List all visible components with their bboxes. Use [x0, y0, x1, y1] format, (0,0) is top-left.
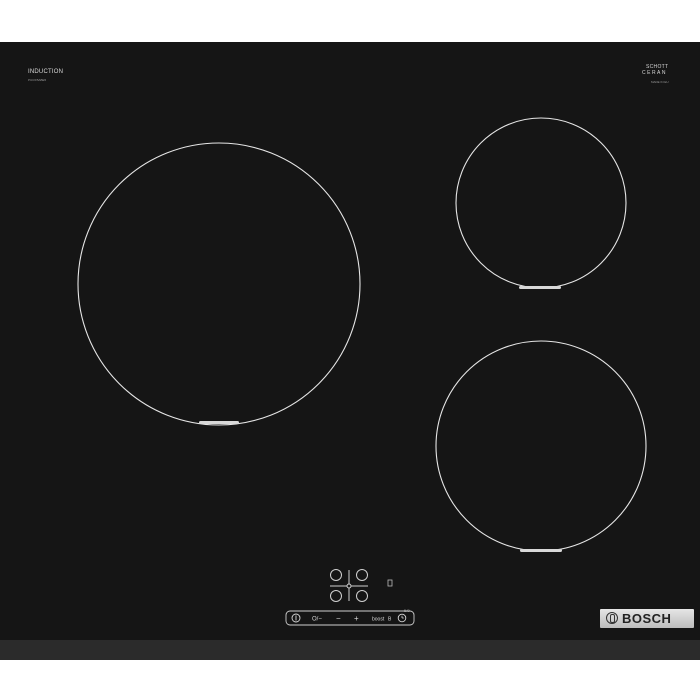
cooking-zone-large [77, 142, 361, 426]
control-strip [285, 610, 415, 626]
boost-button[interactable]: boost [372, 617, 385, 623]
indicator-text: 5/8 [404, 608, 410, 613]
brand-name: BOSCH [622, 611, 672, 626]
off-button[interactable]: O/− [312, 617, 322, 623]
cooking-zone-small [455, 117, 627, 289]
indicator-icon [387, 579, 393, 587]
timer-button[interactable] [397, 613, 407, 623]
zone-selector[interactable] [330, 569, 368, 602]
plus-button[interactable]: + [354, 614, 359, 623]
cooking-zone-medium [435, 340, 647, 552]
boost-mark: B [388, 617, 392, 623]
zone-marker [520, 549, 562, 552]
zone-marker [519, 286, 561, 289]
power-button[interactable] [291, 613, 301, 623]
minus-button[interactable]: − [336, 614, 341, 623]
cooktop-drawing: 5/8 O/− − + boost B [77, 117, 647, 626]
zone-marker [199, 421, 239, 424]
bosch-badge: BOSCH [600, 609, 694, 628]
bosch-logo-icon [606, 612, 618, 624]
